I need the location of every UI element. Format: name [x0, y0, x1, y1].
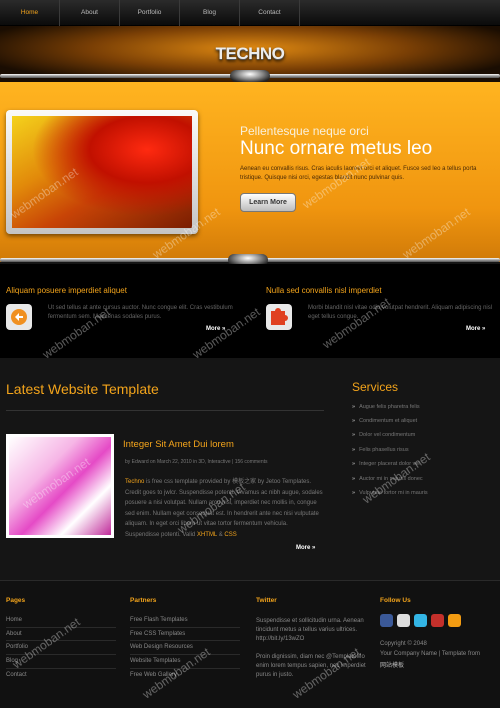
post-body-text: is free css template provided by 模板之家 by…: [125, 479, 323, 538]
puzzle-icon: [266, 304, 292, 330]
footer-link[interactable]: About: [6, 631, 22, 637]
feature-box-1: Aliquam posuere imperdiet aliquet Ut sed…: [0, 264, 250, 358]
twitter-icon[interactable]: [414, 614, 427, 627]
service-item[interactable]: » Felis phasellus risus: [352, 447, 409, 453]
service-label: Integer placerat dolor vel: [359, 461, 420, 467]
footer-link[interactable]: Contact: [6, 672, 27, 678]
hero-banner: Pellentesque neque orci Nunc ornare metu…: [0, 82, 500, 266]
nav-blog[interactable]: Blog: [180, 0, 240, 26]
footer-link[interactable]: Free Flash Templates: [130, 617, 188, 623]
xhtml-link[interactable]: XHTML: [197, 532, 217, 538]
service-item[interactable]: » Condimentum et aliquet: [352, 418, 417, 424]
service-label: Condimentum et aliquet: [359, 418, 418, 424]
arrow-bullet-icon: »: [352, 490, 356, 496]
footer-follow-heading: Follow Us: [380, 597, 411, 604]
feature-text: Morbi blandit nisl vitae odio volutpat h…: [308, 305, 493, 320]
service-item[interactable]: » Dolor vel condimentum: [352, 432, 415, 438]
arrow-bullet-icon: »: [352, 432, 356, 438]
post-more-link[interactable]: More »: [296, 545, 315, 551]
nav-portfolio[interactable]: Portfolio: [120, 0, 180, 26]
feature-title: Nulla sed convallis nisl imperdiet: [266, 286, 382, 295]
feature-box-2: Nulla sed convallis nisl imperdiet Morbi…: [250, 264, 500, 358]
service-label: Dolor vel condimentum: [359, 432, 416, 438]
arrow-bullet-icon: »: [352, 461, 356, 467]
chevron-right-icon: »: [312, 545, 316, 551]
arrow-bullet-icon: »: [352, 404, 356, 410]
hero-subtitle: Pellentesque neque orci: [240, 124, 369, 138]
footer-pages-heading: Pages: [6, 597, 26, 604]
post-meta: by Edward on March 22, 2010 in 3D, Inter…: [125, 459, 268, 465]
more-link[interactable]: More »: [206, 326, 225, 332]
header: TECHNO: [0, 26, 500, 82]
divider: [130, 668, 240, 669]
divider: [130, 627, 240, 628]
top-nav: Home About Portfolio Blog Contact: [0, 0, 500, 26]
divider: [130, 640, 240, 641]
footer-twitter-heading: Twitter: [256, 597, 277, 604]
service-item[interactable]: » Vulputate tortor mi in mauris: [352, 490, 428, 496]
chrome-clasp: [230, 70, 270, 82]
arrow-bullet-icon: »: [352, 476, 356, 482]
tweet: Suspendisse et sollicitudin urna. Aenean…: [256, 618, 364, 642]
footer-link[interactable]: Blog: [6, 658, 18, 664]
footer-link[interactable]: Portfolio: [6, 644, 28, 650]
more-label: More: [466, 326, 481, 332]
divider: [6, 627, 116, 628]
company-name: Your Company Name | Template from: [380, 651, 480, 657]
refresh-icon: [6, 304, 32, 330]
footer: Pages Home About Portfolio Blog Contact …: [0, 580, 500, 708]
feature-text: Ut sed tellus at ante cursus auctor. Nun…: [48, 305, 233, 320]
hero-image: [12, 116, 192, 228]
divider: [6, 640, 116, 641]
chevron-right-icon: »: [222, 326, 226, 332]
service-label: Vulputate tortor mi in mauris: [359, 490, 428, 496]
template-source-link[interactable]: 网站模板: [380, 660, 404, 669]
site-logo[interactable]: TECHNO: [0, 44, 500, 64]
more-label: More: [206, 326, 221, 332]
more-link[interactable]: More »: [466, 326, 485, 332]
hero-text: Aenean eu convallis risus. Cras iaculis …: [240, 166, 477, 181]
feature-title: Aliquam posuere imperdiet aliquet: [6, 286, 127, 295]
flickr-icon[interactable]: [397, 614, 410, 627]
facebook-icon[interactable]: [380, 614, 393, 627]
tweet: Proin dignissim, diam nec @TemplateMo en…: [256, 654, 366, 678]
divider: [6, 410, 324, 411]
footer-link[interactable]: Free CSS Templates: [130, 631, 185, 637]
post-thumbnail[interactable]: [6, 434, 114, 538]
services-heading: Services: [352, 380, 399, 394]
service-item[interactable]: » Augue felis pharetra felis: [352, 404, 420, 410]
latest-template-heading: Latest Website Template: [6, 381, 159, 397]
hero-title: Nunc ornare metus leo: [240, 138, 433, 159]
service-label: Augue felis pharetra felis: [359, 404, 420, 410]
rss-icon[interactable]: [448, 614, 461, 627]
footer-link[interactable]: Free Web Gallery: [130, 672, 177, 678]
css-link[interactable]: CSS: [224, 532, 236, 538]
divider: [130, 654, 240, 655]
nav-about[interactable]: About: [60, 0, 120, 26]
post-brand: Techno: [125, 479, 145, 485]
divider: [6, 654, 116, 655]
service-label: Auctor mi in mauris donec: [359, 476, 423, 482]
arrow-bullet-icon: »: [352, 447, 356, 453]
service-item[interactable]: » Integer placerat dolor vel: [352, 461, 420, 467]
youtube-icon[interactable]: [431, 614, 444, 627]
nav-home[interactable]: Home: [0, 0, 60, 26]
service-label: Felis phasellus risus: [359, 447, 409, 453]
post-body: Techno is free css template provided by …: [125, 477, 323, 540]
hero-image-frame: [6, 110, 198, 234]
arrow-bullet-icon: »: [352, 418, 356, 424]
footer-link[interactable]: Home: [6, 617, 22, 623]
more-label: More: [296, 545, 311, 551]
copyright: Copyright © 2048: [380, 641, 427, 647]
footer-partners-heading: Partners: [130, 597, 157, 604]
footer-link[interactable]: Web Design Resources: [130, 644, 193, 650]
post-title[interactable]: Integer Sit Amet Dui lorem: [123, 439, 234, 450]
service-item[interactable]: » Auctor mi in mauris donec: [352, 476, 423, 482]
chevron-right-icon: »: [482, 326, 486, 332]
divider: [6, 668, 116, 669]
footer-link[interactable]: Website Templates: [130, 658, 180, 664]
learn-more-button[interactable]: Learn More: [240, 193, 296, 212]
nav-contact[interactable]: Contact: [240, 0, 300, 26]
